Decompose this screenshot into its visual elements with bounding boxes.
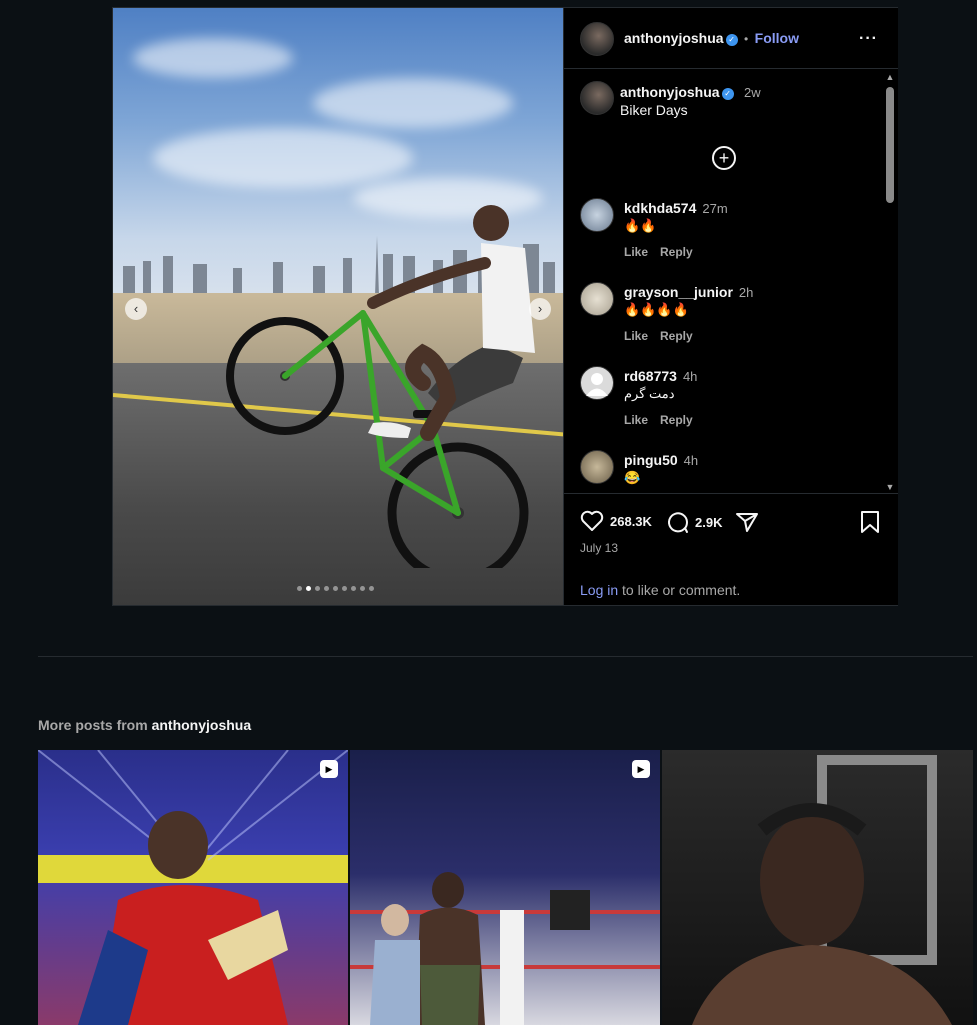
post-card: ‹ › anthonyjoshua ✓ • Follow ··· anthony… xyxy=(112,7,898,606)
author-username[interactable]: anthonyjoshua xyxy=(624,30,724,46)
boxer-portrait-thumbnail xyxy=(692,755,952,1025)
login-prompt: Log in to like or comment. xyxy=(580,582,740,598)
more-options-icon[interactable]: ··· xyxy=(859,30,878,48)
carousel-dot xyxy=(297,586,302,591)
more-posts-prefix: More posts from xyxy=(38,717,152,733)
comment-header: kdkhda574 27m xyxy=(624,200,728,216)
comment-age: 27m xyxy=(702,201,728,216)
like-count: 268.3K xyxy=(610,513,652,529)
section-divider xyxy=(38,656,973,657)
caption-text: Biker Days xyxy=(620,102,688,118)
boxing-ring-thumbnail xyxy=(350,872,660,1025)
save-action[interactable] xyxy=(860,510,880,534)
caption-avatar[interactable] xyxy=(580,81,614,115)
paper-plane-icon[interactable] xyxy=(735,510,759,534)
post-actions: 268.3K 2.9K July 13 Log in to like or co… xyxy=(564,493,898,606)
comment-header: pingu50 4h xyxy=(624,452,698,468)
carousel-dot xyxy=(369,586,374,591)
commenter-username[interactable]: pingu50 xyxy=(624,452,678,468)
commenter-username[interactable]: rd68773 xyxy=(624,368,677,384)
comment-like-button[interactable]: Like xyxy=(624,329,648,343)
comment-text: 😂 xyxy=(624,470,641,485)
comment-reply-button[interactable]: Reply xyxy=(660,245,693,259)
verified-badge-icon: ✓ xyxy=(721,88,734,100)
reel-icon: ▶ xyxy=(320,760,338,778)
comment-text: دمت گرم xyxy=(624,386,675,401)
follow-button[interactable]: Follow xyxy=(755,30,799,46)
carousel-dot xyxy=(342,586,347,591)
more-post-tile[interactable]: ▶ xyxy=(350,750,660,1025)
post-date: July 13 xyxy=(580,541,619,555)
comment-age: 4h xyxy=(683,453,699,468)
commenter-avatar[interactable] xyxy=(580,282,614,316)
comment-text: 🔥🔥🔥🔥 xyxy=(624,302,689,317)
comment-action[interactable]: 2.9K xyxy=(665,510,722,534)
author-avatar[interactable] xyxy=(580,22,614,56)
share-action[interactable] xyxy=(735,510,759,534)
more-posts-username[interactable]: anthonyjoshua xyxy=(152,717,252,733)
carousel-dot xyxy=(360,586,365,591)
carousel-dot xyxy=(315,586,320,591)
comment-header: grayson__junior 2h xyxy=(624,284,753,300)
commenter-username[interactable]: grayson__junior xyxy=(624,284,733,300)
heart-icon[interactable] xyxy=(580,510,604,532)
more-posts-heading: More posts from anthonyjoshua xyxy=(38,717,251,733)
carousel-dot xyxy=(333,586,338,591)
comments-list: anthonyjoshua ✓ 2w Biker Days + kdkhda574… xyxy=(564,69,898,493)
caption-age: 2w xyxy=(744,85,761,100)
more-post-tile[interactable]: ▶ xyxy=(38,750,348,1025)
carousel-indicator xyxy=(297,586,374,591)
separator-dot: • xyxy=(744,32,749,46)
more-post-tile[interactable] xyxy=(662,750,973,1025)
comments-scrollbar[interactable]: ▲ ▼ xyxy=(884,69,896,493)
comment-actions: Like Reply xyxy=(624,245,705,259)
author-line: anthonyjoshua ✓ • Follow xyxy=(624,30,799,48)
commenter-username[interactable]: kdkhda574 xyxy=(624,200,696,216)
carousel-dot xyxy=(351,586,356,591)
commenter-avatar[interactable] xyxy=(580,450,614,484)
more-posts-grid: ▶ ▶ xyxy=(38,750,973,1025)
comment-text: 🔥🔥 xyxy=(624,218,657,233)
boxer-with-flag-thumbnail xyxy=(38,750,348,1025)
rider-on-bicycle xyxy=(226,205,535,568)
scrollbar-thumb[interactable] xyxy=(886,87,894,203)
comment-age: 4h xyxy=(682,369,698,384)
comment-reply-button[interactable]: Reply xyxy=(660,413,693,427)
load-more-comments-icon[interactable]: + xyxy=(712,146,736,170)
caption-username[interactable]: anthonyjoshua xyxy=(620,84,720,100)
scroll-up-arrow-icon[interactable]: ▲ xyxy=(884,71,896,83)
caption-user-line: anthonyjoshua ✓ 2w xyxy=(620,84,761,102)
scroll-down-arrow-icon[interactable]: ▼ xyxy=(884,481,896,493)
bookmark-icon[interactable] xyxy=(860,510,880,534)
comment-like-button[interactable]: Like xyxy=(624,245,648,259)
media-next-button[interactable]: › xyxy=(529,298,551,320)
login-link[interactable]: Log in xyxy=(580,582,618,598)
comment-header: rd68773 4h xyxy=(624,368,697,384)
post-header: anthonyjoshua ✓ • Follow ··· xyxy=(564,8,898,69)
carousel-dot-active xyxy=(306,586,311,591)
comment-actions: Like Reply xyxy=(624,329,705,343)
comment-actions: Like Reply xyxy=(624,413,705,427)
comment-age: 2h xyxy=(738,285,754,300)
comment-reply-button[interactable]: Reply xyxy=(660,329,693,343)
comment-count: 2.9K xyxy=(695,514,723,530)
comment-bubble-icon[interactable] xyxy=(665,510,689,534)
verified-badge-icon: ✓ xyxy=(725,34,738,46)
post-side-panel: anthonyjoshua ✓ • Follow ··· anthonyjoshu… xyxy=(563,8,898,605)
carousel-dot xyxy=(324,586,329,591)
media-prev-button[interactable]: ‹ xyxy=(125,298,147,320)
like-action[interactable]: 268.3K xyxy=(580,510,652,532)
commenter-avatar[interactable] xyxy=(580,198,614,232)
comment-like-button[interactable]: Like xyxy=(624,413,648,427)
default-avatar-icon[interactable] xyxy=(580,366,614,400)
login-prompt-text: to like or comment. xyxy=(618,582,741,598)
post-image[interactable]: ‹ › xyxy=(113,8,563,605)
reel-icon: ▶ xyxy=(632,760,650,778)
